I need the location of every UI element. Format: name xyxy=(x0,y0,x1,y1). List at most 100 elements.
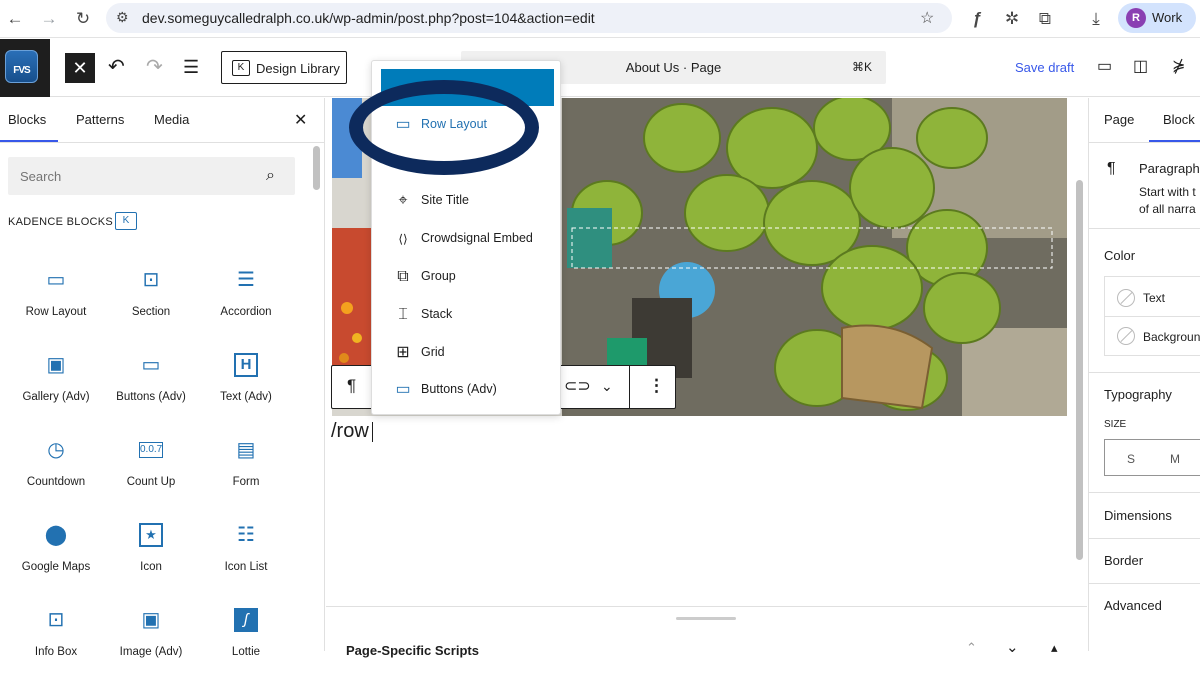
profile-button[interactable]: R Work xyxy=(1118,3,1196,33)
chevron-up-icon[interactable]: ⌃ xyxy=(966,640,977,656)
tab-media[interactable]: Media xyxy=(154,112,189,127)
tab-block[interactable]: Block xyxy=(1163,112,1195,127)
border-heading[interactable]: Border xyxy=(1104,553,1143,568)
site-info-icon[interactable]: ⚙ xyxy=(116,9,129,26)
tab-page[interactable]: Page xyxy=(1104,112,1134,127)
block-icon[interactable]: ★ Icon xyxy=(103,523,199,593)
block-form[interactable]: ▤ Form xyxy=(198,438,294,508)
block-image[interactable]: ▣ Image (Adv) xyxy=(103,608,199,678)
block-count-up[interactable]: 0.0.7 Count Up xyxy=(103,438,199,508)
paragraph-icon[interactable]: ¶ xyxy=(347,376,356,396)
autocomplete-label: Site Title xyxy=(421,193,469,207)
close-icon[interactable]: ✕ xyxy=(294,110,307,130)
tab-patterns[interactable]: Patterns xyxy=(76,112,124,127)
background-color-swatch[interactable] xyxy=(1117,327,1135,345)
block-text[interactable]: H Text (Adv) xyxy=(198,353,294,423)
background-color-label[interactable]: Backgroun xyxy=(1143,330,1200,344)
resize-handle[interactable] xyxy=(676,617,736,620)
autocomplete-label: Buttons (Adv) xyxy=(421,382,497,396)
countdown-icon: ◷ xyxy=(47,439,65,461)
downloads-icon[interactable]: ⤓ xyxy=(1085,8,1107,30)
scrollbar[interactable] xyxy=(313,146,320,190)
caret-up-icon[interactable]: ▴ xyxy=(1051,640,1058,656)
divider xyxy=(1089,538,1200,539)
kadence-toolbar-icon[interactable]: ⋡ xyxy=(1172,56,1185,78)
command-shortcut: ⌘K xyxy=(851,60,872,74)
block-label: Gallery (Adv) xyxy=(22,391,90,403)
typography-heading: Typography xyxy=(1104,387,1172,402)
size-label: SIZE xyxy=(1104,419,1127,430)
toolbar-divider xyxy=(629,366,630,408)
reload-icon[interactable]: ↻ xyxy=(72,8,94,30)
redo-icon[interactable]: ↷ xyxy=(146,56,163,78)
size-m-option[interactable]: M xyxy=(1170,452,1180,466)
row-layout-icon: ▭ xyxy=(46,269,66,291)
block-countdown[interactable]: ◷ Countdown xyxy=(8,438,104,508)
form-icon: ▤ xyxy=(236,439,256,461)
autocomplete-item-crowdsignal-embed[interactable]: ⟨⟩ Crowdsignal Embed xyxy=(372,221,562,257)
autocomplete-item-site-title[interactable]: ⌖ Site Title xyxy=(372,183,562,219)
autocomplete-item-grid[interactable]: ⊞ Grid xyxy=(372,335,562,371)
text-icon: H xyxy=(234,353,258,377)
bookmark-star-icon[interactable]: ☆ xyxy=(920,8,934,28)
font-size-picker[interactable] xyxy=(1104,439,1200,476)
autocomplete-label: Stack xyxy=(421,307,453,321)
search-input[interactable] xyxy=(8,157,295,195)
settings-panel-icon[interactable]: ◫ xyxy=(1133,56,1148,78)
divider xyxy=(1089,142,1200,143)
extension-f-icon[interactable]: ƒ xyxy=(966,8,988,30)
link-icon[interactable]: ⊂⊃ xyxy=(564,376,591,396)
block-label: Info Box xyxy=(34,646,78,658)
autocomplete-item-stack[interactable]: ⌶ Stack xyxy=(372,297,562,333)
document-overview-icon[interactable]: ☰ xyxy=(183,56,199,78)
paragraph-text[interactable]: /row xyxy=(331,420,369,443)
buttons-icon: ▭ xyxy=(395,381,411,398)
paragraph-icon: ¶ xyxy=(1107,160,1116,177)
save-draft-button[interactable]: Save draft xyxy=(1015,60,1074,75)
more-options-icon[interactable]: ⋮ xyxy=(648,376,665,396)
block-info-box[interactable]: ⊡ Info Box xyxy=(8,608,104,678)
block-gallery[interactable]: ▣ Gallery (Adv) xyxy=(8,353,104,423)
design-library-button[interactable]: K Design Library xyxy=(221,51,347,84)
block-label: Icon xyxy=(140,561,162,573)
back-icon[interactable]: ← xyxy=(4,8,26,30)
advanced-heading[interactable]: Advanced xyxy=(1104,598,1162,613)
block-section[interactable]: ⊡ Section xyxy=(103,268,199,338)
block-label: Countdown xyxy=(26,476,86,488)
tab-blocks[interactable]: Blocks xyxy=(8,112,46,127)
editor-header: FVS ✕ ↶ ↷ ☰ K Design Library About Us · … xyxy=(0,39,1200,97)
block-description-cont: of all narra xyxy=(1139,202,1196,216)
site-title-icon: ⌖ xyxy=(398,192,408,209)
extension-gear-icon[interactable]: ✲ xyxy=(1001,8,1023,30)
address-bar[interactable]: ⚙ dev.someguycalledralph.co.uk/wp-admin/… xyxy=(106,3,952,33)
divider xyxy=(1089,228,1200,229)
undo-icon[interactable]: ↶ xyxy=(108,56,125,78)
chevron-down-icon[interactable]: ⌄ xyxy=(1006,638,1019,656)
block-lottie[interactable]: ʃ Lottie xyxy=(198,608,294,678)
chevron-down-icon[interactable]: ⌄ xyxy=(601,378,613,395)
text-color-swatch[interactable] xyxy=(1117,289,1135,307)
forward-icon[interactable]: → xyxy=(38,8,60,30)
text-color-label[interactable]: Text xyxy=(1143,291,1165,305)
block-row-layout[interactable]: ▭ Row Layout xyxy=(8,268,104,338)
block-icon-list[interactable]: ☷ Icon List xyxy=(198,523,294,593)
canvas-scrollbar[interactable] xyxy=(1076,180,1083,560)
site-logo[interactable]: FVS xyxy=(0,39,50,97)
group-icon: ⧉ xyxy=(397,268,409,285)
color-heading: Color xyxy=(1104,248,1136,263)
block-google-maps[interactable]: ⬤ Google Maps xyxy=(8,523,104,593)
preview-icon[interactable]: ▭ xyxy=(1097,56,1112,78)
extensions-puzzle-icon[interactable]: ⧉ xyxy=(1034,8,1056,30)
autocomplete-item-buttons[interactable]: ▭ Buttons (Adv) xyxy=(372,372,562,408)
block-label: Image (Adv) xyxy=(119,646,183,658)
autocomplete-label: Grid xyxy=(421,345,445,359)
block-label: Form xyxy=(232,476,260,488)
dimensions-heading[interactable]: Dimensions xyxy=(1104,508,1172,523)
close-inserter-button[interactable]: ✕ xyxy=(65,53,95,83)
lottie-icon: ʃ xyxy=(234,608,258,632)
size-s-option[interactable]: S xyxy=(1127,452,1135,466)
autocomplete-item-group[interactable]: ⧉ Group xyxy=(372,259,562,295)
block-accordion[interactable]: ☰ Accordion xyxy=(198,268,294,338)
annotation-oval xyxy=(349,80,539,175)
block-buttons[interactable]: ▭ Buttons (Adv) xyxy=(103,353,199,423)
